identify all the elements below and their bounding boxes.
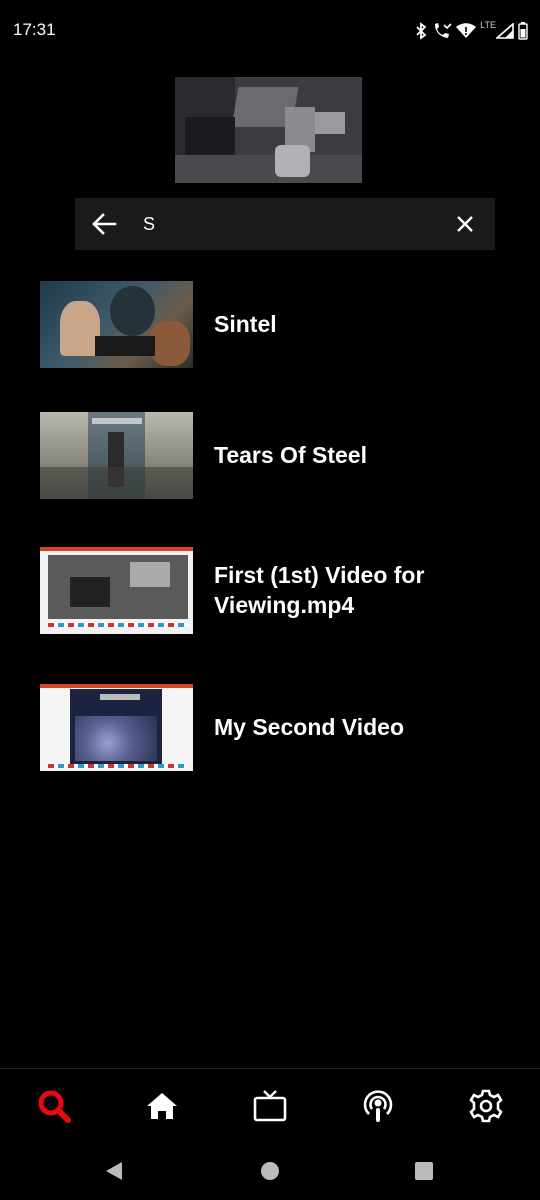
bluetooth-icon bbox=[414, 22, 428, 40]
tv-icon bbox=[253, 1090, 287, 1122]
search-input[interactable] bbox=[133, 198, 435, 250]
home-circle-icon bbox=[261, 1162, 279, 1180]
wifi-icon bbox=[456, 23, 477, 39]
system-home-button[interactable] bbox=[250, 1156, 290, 1186]
result-title: Tears Of Steel bbox=[214, 442, 367, 468]
nav-home-button[interactable] bbox=[108, 1069, 216, 1143]
gear-icon bbox=[469, 1089, 503, 1123]
video-thumbnail bbox=[40, 280, 193, 368]
status-time: 17:31 bbox=[13, 20, 56, 39]
search-icon bbox=[38, 1090, 71, 1123]
clear-search-button[interactable] bbox=[435, 198, 495, 250]
status-icons: LTE bbox=[414, 18, 528, 44]
system-recents-button[interactable] bbox=[404, 1156, 444, 1186]
result-title: My Second Video bbox=[214, 714, 405, 740]
result-item[interactable]: Sintel bbox=[40, 280, 520, 368]
system-back-button[interactable] bbox=[94, 1156, 134, 1186]
now-playing-preview[interactable] bbox=[175, 77, 362, 183]
close-icon bbox=[457, 216, 473, 232]
result-item[interactable]: My Second Video bbox=[40, 683, 520, 771]
search-bar bbox=[75, 198, 495, 250]
result-item[interactable]: Tears Of Steel bbox=[40, 411, 520, 499]
result-title: Sintel bbox=[214, 311, 277, 337]
back-triangle-icon bbox=[106, 1162, 122, 1180]
nav-podcast-button[interactable] bbox=[324, 1069, 432, 1143]
home-icon bbox=[147, 1093, 177, 1119]
nav-search-button[interactable] bbox=[0, 1069, 108, 1143]
wifi-calling-icon bbox=[432, 22, 452, 40]
video-thumbnail bbox=[40, 411, 193, 499]
nav-settings-button[interactable] bbox=[432, 1069, 540, 1143]
nav-tv-button[interactable] bbox=[216, 1069, 324, 1143]
recents-square-icon bbox=[415, 1162, 433, 1180]
result-item[interactable]: First (1st) Video for Viewing.mp4 bbox=[40, 546, 520, 634]
status-bar: 17:31 LTE bbox=[0, 0, 540, 64]
video-thumbnail bbox=[40, 683, 193, 771]
back-button[interactable] bbox=[75, 198, 133, 250]
signal-icon bbox=[496, 23, 514, 39]
podcast-icon bbox=[363, 1090, 393, 1122]
result-title: First (1st) Video for Viewing.mp4 bbox=[214, 562, 425, 618]
video-thumbnail bbox=[40, 546, 193, 634]
network-type: LTE bbox=[480, 20, 496, 30]
bottom-nav bbox=[0, 1068, 540, 1142]
arrow-left-icon bbox=[92, 213, 117, 235]
battery-icon bbox=[518, 22, 528, 40]
system-nav bbox=[0, 1142, 540, 1200]
